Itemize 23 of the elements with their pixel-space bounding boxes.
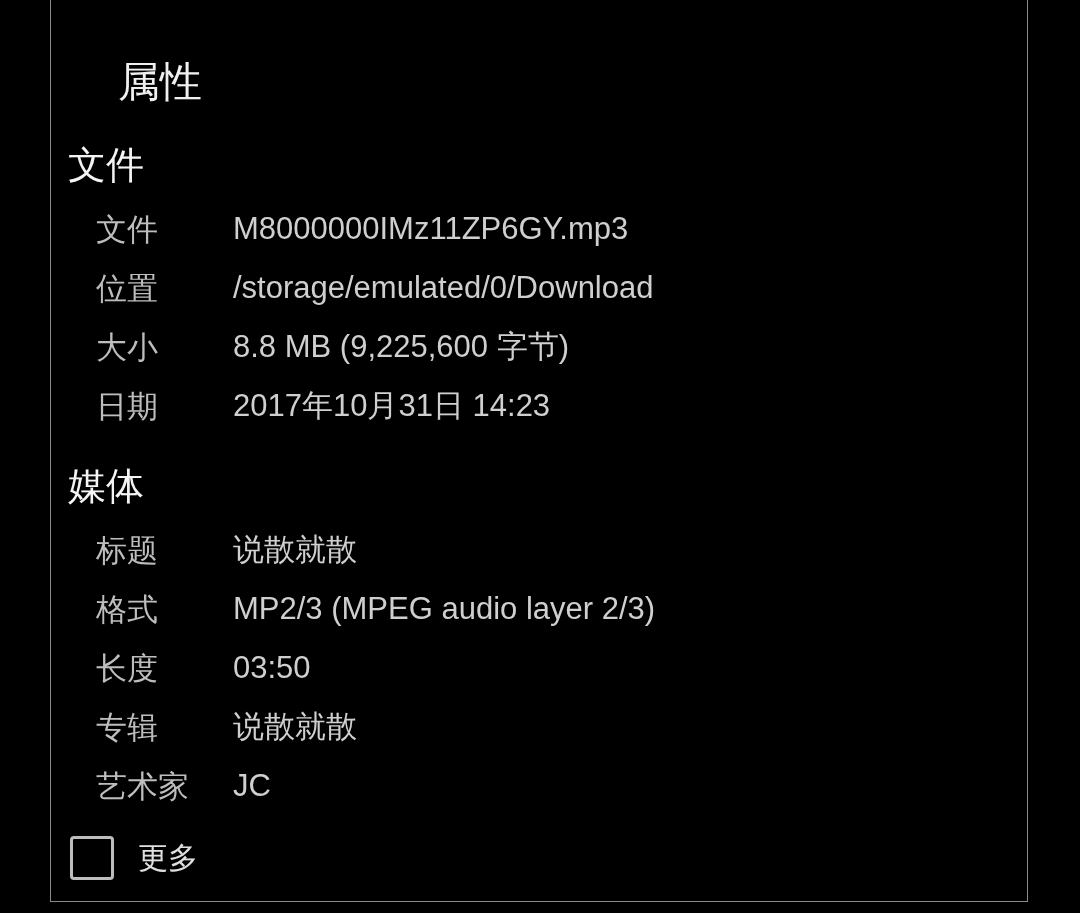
property-value: 说散就散 [233,530,357,569]
section-heading: 媒体 [68,463,144,510]
section-heading: 文件 [68,142,144,189]
property-label: 日期 [96,386,159,426]
property-value: 说散就散 [233,707,357,746]
property-value: /storage/emulated/0/Download [233,268,654,307]
property-value: M8000000IMz11ZP6GY.mp3 [233,209,629,248]
more-checkbox[interactable] [70,836,114,880]
property-label: 大小 [96,327,159,367]
property-label: 位置 [96,268,159,308]
property-value: 2017年10月31日 14:23 [233,386,551,425]
property-label: 专辑 [96,707,159,747]
property-label: 文件 [96,209,159,249]
property-label: 格式 [96,589,159,629]
property-value: JC [233,766,271,805]
property-value: MP2/3 (MPEG audio layer 2/3) [233,589,656,628]
property-label: 艺术家 [96,766,190,806]
dialog-title: 属性 [118,56,202,108]
property-label: 长度 [96,648,159,688]
property-value: 03:50 [233,648,311,687]
checkbox-label[interactable]: 更多 [138,837,198,879]
property-value: 8.8 MB (9,225,600 字节) [233,327,569,366]
property-label: 标题 [96,530,159,570]
